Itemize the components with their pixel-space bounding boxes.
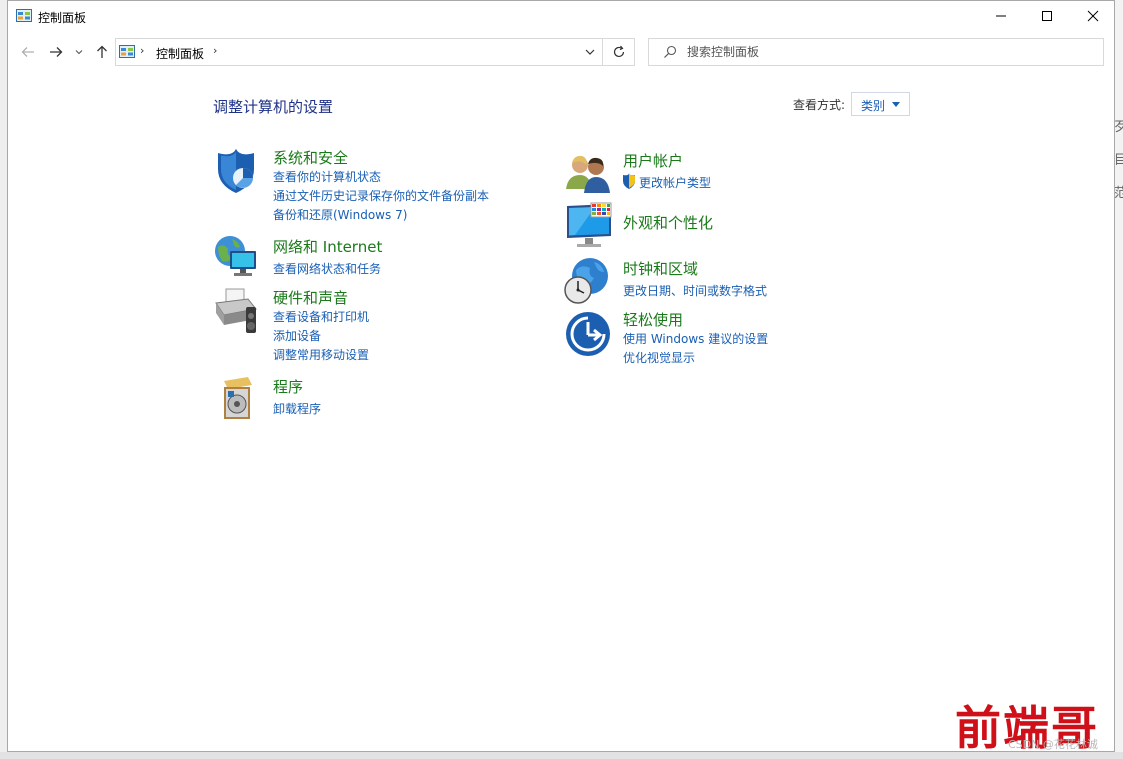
background-text: 歹 (1114, 120, 1123, 135)
monitor-icon[interactable] (565, 202, 613, 250)
category-title-user-accounts[interactable]: 用户帐户 (623, 150, 683, 171)
up-button[interactable] (92, 42, 112, 62)
navigation-bar: › 控制面板 › (8, 35, 1114, 69)
users-icon[interactable] (564, 149, 612, 197)
clock-globe-icon[interactable] (562, 256, 610, 304)
arrow-right-icon (50, 47, 63, 57)
refresh-icon (613, 45, 624, 58)
link-mobility-settings[interactable]: 调整常用移动设置 (273, 346, 369, 363)
category-title-ease-of-access[interactable]: 轻松使用 (623, 309, 683, 330)
view-by-value: 类别 (861, 99, 886, 113)
ease-of-access-icon[interactable] (564, 310, 612, 358)
category-title-clock-region[interactable]: 时钟和区域 (623, 258, 698, 279)
search-input[interactable] (687, 43, 1087, 61)
chevron-right-icon[interactable]: › (213, 44, 217, 57)
control-panel-icon (119, 45, 135, 58)
arrow-up-icon (97, 45, 107, 58)
link-change-date-time-format[interactable]: 更改日期、时间或数字格式 (623, 282, 767, 299)
category-title-hardware-sound[interactable]: 硬件和声音 (273, 287, 348, 308)
page-title: 调整计算机的设置 (213, 98, 334, 116)
link-change-account-type[interactable]: 更改帐户类型 (639, 174, 711, 191)
search-box[interactable] (648, 38, 1104, 66)
watermark-credit: CSDN @花花林诚 (1008, 738, 1098, 751)
minimize-button[interactable] (978, 1, 1024, 31)
link-view-computer-status[interactable]: 查看你的计算机状态 (273, 168, 381, 185)
close-icon (1087, 10, 1099, 22)
address-box[interactable]: › 控制面板 › (115, 38, 603, 66)
background-text: 目 (1114, 153, 1123, 168)
link-file-history-backup[interactable]: 通过文件历史记录保存你的文件备份副本 (273, 187, 489, 204)
arrow-left-icon (21, 47, 34, 57)
maximize-icon (1042, 11, 1052, 21)
view-by-dropdown[interactable]: 类别 (851, 92, 910, 116)
network-icon[interactable] (212, 233, 260, 281)
chevron-down-icon[interactable] (582, 44, 598, 60)
maximize-button[interactable] (1024, 1, 1070, 31)
category-title-programs[interactable]: 程序 (273, 376, 303, 397)
control-panel-icon (16, 9, 32, 22)
link-backup-restore[interactable]: 备份和还原(Windows 7) (273, 206, 407, 223)
window-title: 控制面板 (38, 11, 87, 25)
link-optimize-visual-display[interactable]: 优化视觉显示 (623, 349, 695, 366)
back-button[interactable] (18, 42, 38, 62)
category-title-appearance-personalization[interactable]: 外观和个性化 (623, 212, 713, 233)
link-uninstall-program[interactable]: 卸载程序 (273, 400, 321, 417)
minimize-icon (996, 15, 1006, 17)
recent-locations-button[interactable] (72, 42, 86, 62)
caret-down-icon (892, 102, 900, 107)
programs-icon[interactable] (214, 375, 262, 423)
chevron-right-icon[interactable]: › (140, 44, 144, 57)
link-network-status-tasks[interactable]: 查看网络状态和任务 (273, 260, 381, 277)
link-devices-printers[interactable]: 查看设备和打印机 (273, 308, 369, 325)
printer-icon[interactable] (212, 287, 260, 335)
category-title-network-internet[interactable]: 网络和 Internet (273, 236, 382, 257)
forward-button[interactable] (46, 42, 66, 62)
search-icon (664, 45, 677, 58)
uac-shield-icon (623, 173, 635, 189)
background-window (1114, 0, 1123, 759)
shield-icon[interactable] (212, 147, 260, 195)
link-add-device[interactable]: 添加设备 (273, 327, 321, 344)
close-button[interactable] (1070, 1, 1116, 31)
control-panel-window: 控制面板 › 控制面板 › 搜索控制面板 调整计算机的设置 查看方式: 类别 系… (7, 0, 1115, 752)
refresh-button[interactable] (603, 38, 635, 66)
category-title-system-security[interactable]: 系统和安全 (273, 147, 348, 168)
background-text: 范 (1114, 186, 1123, 201)
chevron-down-icon (75, 50, 83, 55)
link-windows-suggested-settings[interactable]: 使用 Windows 建议的设置 (623, 330, 768, 347)
breadcrumb[interactable]: 控制面板 (156, 45, 204, 62)
title-bar[interactable]: 控制面板 (8, 1, 1114, 33)
view-by-label: 查看方式: (793, 98, 846, 112)
